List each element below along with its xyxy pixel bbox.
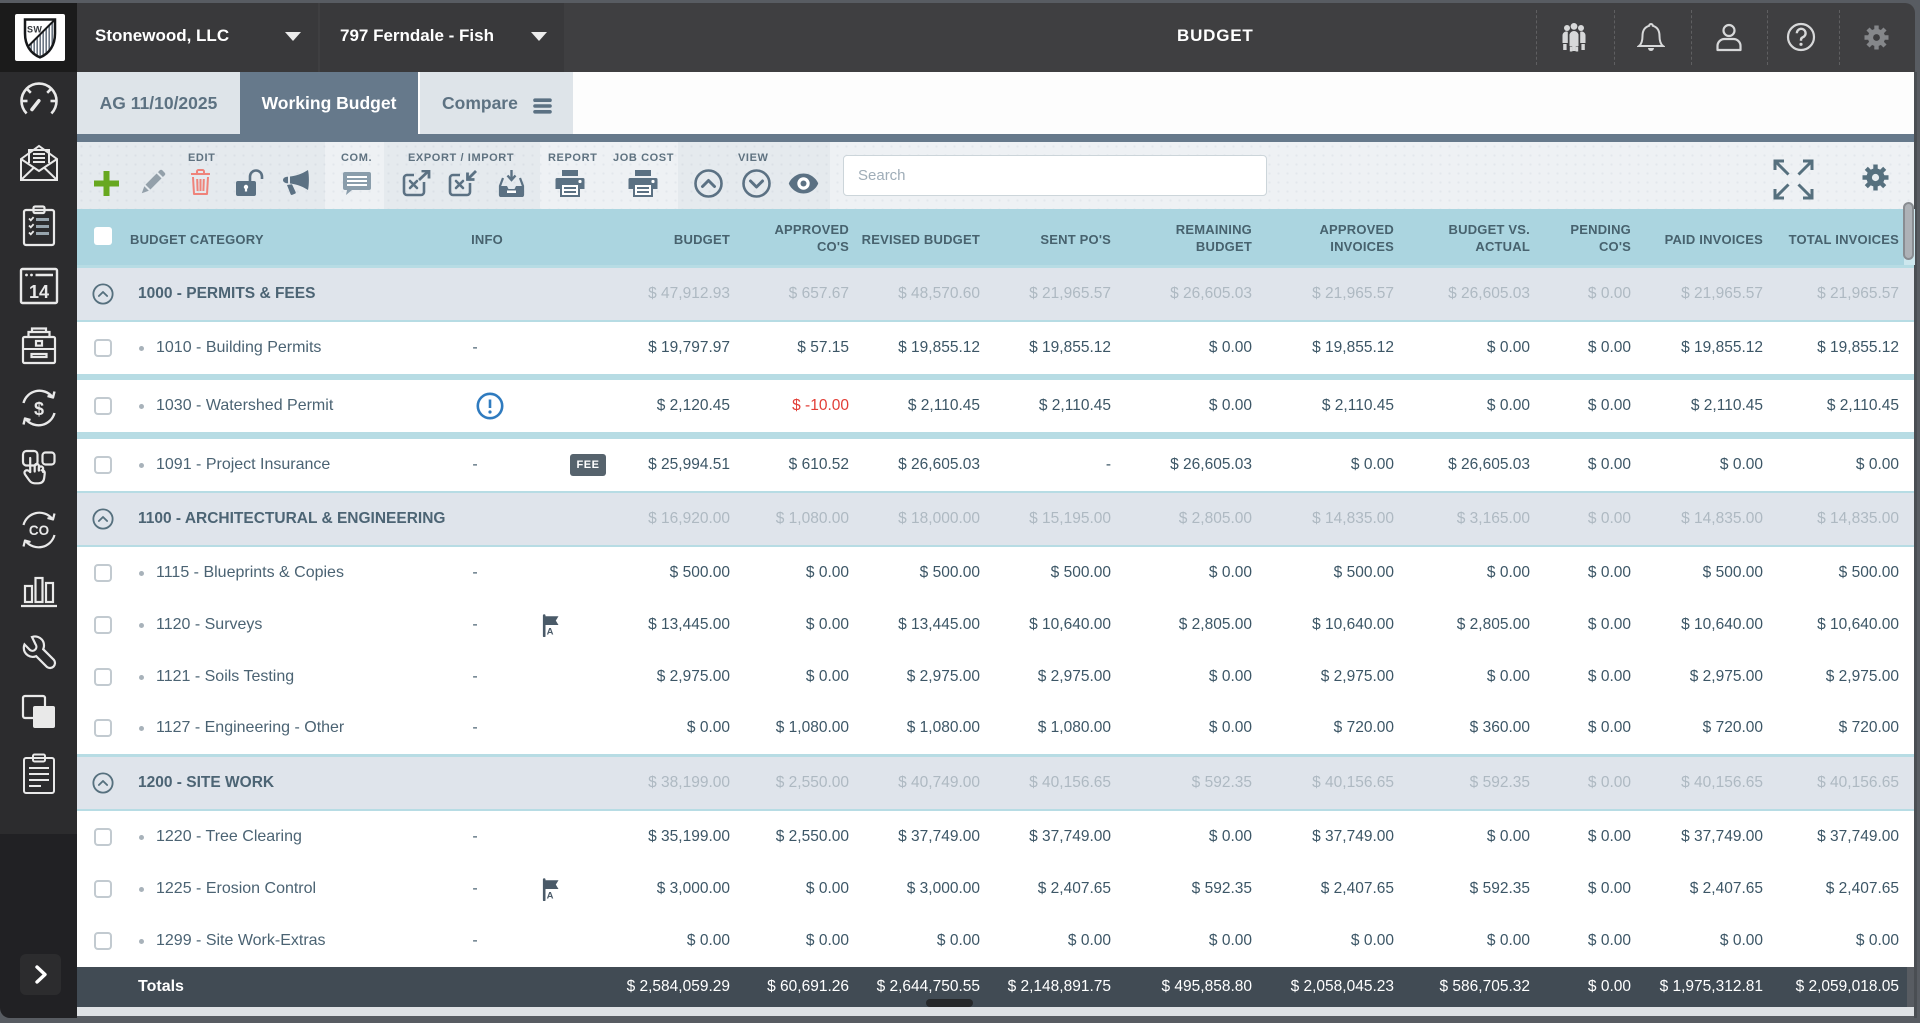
svg-text:A: A — [547, 891, 554, 902]
svg-text:$: $ — [33, 399, 43, 419]
svg-text:SW: SW — [27, 25, 42, 35]
svg-text:14: 14 — [28, 282, 48, 302]
svg-text:A: A — [547, 627, 554, 638]
svg-text:CO: CO — [28, 523, 48, 538]
